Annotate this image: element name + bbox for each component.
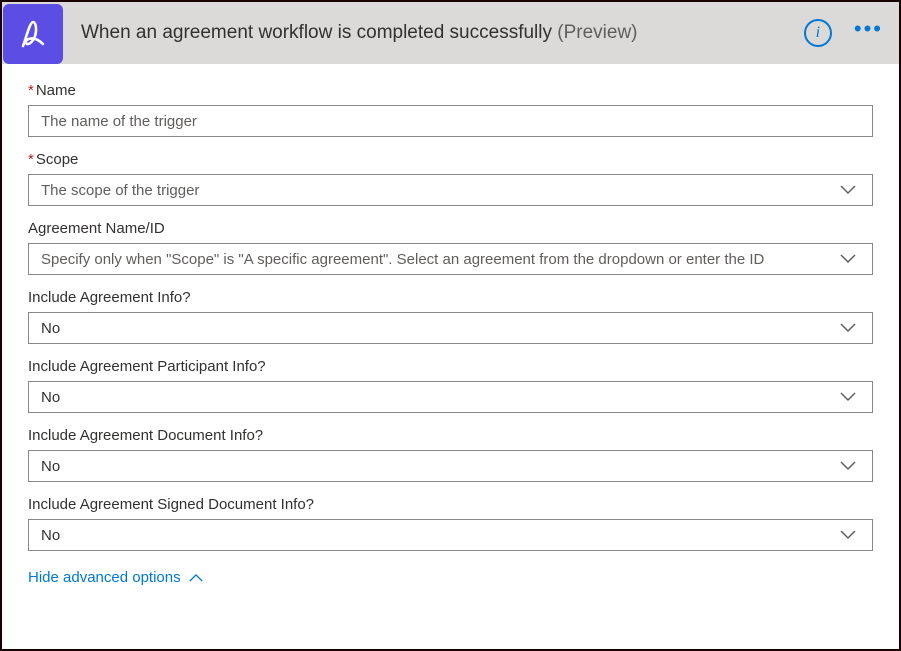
chevron-down-icon [836, 185, 860, 195]
label-include-document: Include Agreement Document Info? [28, 427, 873, 444]
label-include-info: Include Agreement Info? [28, 289, 873, 306]
form-body: *Name The name of the trigger *Scope The… [2, 64, 899, 597]
select-include-document[interactable]: No [28, 450, 873, 482]
info-button[interactable]: i [804, 19, 832, 47]
field-include-signed: Include Agreement Signed Document Info? … [28, 496, 873, 551]
more-menu-button[interactable]: ••• [854, 18, 883, 48]
card-header: When an agreement workflow is completed … [2, 2, 899, 64]
label-include-signed: Include Agreement Signed Document Info? [28, 496, 873, 513]
label-include-participant: Include Agreement Participant Info? [28, 358, 873, 375]
select-include-signed[interactable]: No [28, 519, 873, 551]
chevron-down-icon [836, 530, 860, 540]
field-name: *Name The name of the trigger [28, 82, 873, 137]
chevron-down-icon [836, 461, 860, 471]
select-include-info[interactable]: No [28, 312, 873, 344]
field-agreement-id: Agreement Name/ID Specify only when "Sco… [28, 220, 873, 275]
chevron-down-icon [836, 392, 860, 402]
preview-badge: (Preview) [557, 22, 637, 43]
select-include-participant[interactable]: No [28, 381, 873, 413]
field-scope: *Scope The scope of the trigger [28, 151, 873, 206]
adobe-sign-icon [3, 4, 63, 64]
select-agreement-id[interactable]: Specify only when "Scope" is "A specific… [28, 243, 873, 275]
label-name: *Name [28, 82, 873, 99]
chevron-down-icon [836, 323, 860, 333]
field-include-info: Include Agreement Info? No [28, 289, 873, 344]
hide-advanced-options-link[interactable]: Hide advanced options [28, 569, 203, 586]
select-scope[interactable]: The scope of the trigger [28, 174, 873, 206]
chevron-down-icon [836, 254, 860, 264]
input-name[interactable]: The name of the trigger [28, 105, 873, 137]
label-agreement-id: Agreement Name/ID [28, 220, 873, 237]
chevron-up-icon [189, 569, 203, 586]
label-scope: *Scope [28, 151, 873, 168]
card-title: When an agreement workflow is completed … [63, 22, 804, 44]
field-include-participant: Include Agreement Participant Info? No [28, 358, 873, 413]
field-include-document: Include Agreement Document Info? No [28, 427, 873, 482]
